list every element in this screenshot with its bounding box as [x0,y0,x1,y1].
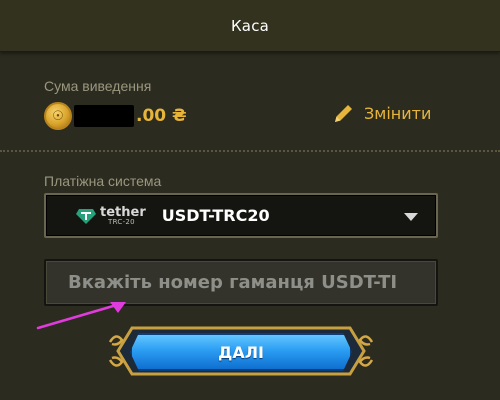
next-button-wrapper: ДАЛІ [108,320,374,382]
redacted-amount [74,105,134,127]
chevron-down-icon[interactable] [404,213,418,221]
tether-network: TRC-20 [108,217,135,226]
tether-logo: tether TRC-20 [76,206,146,226]
change-label: Змінити [364,103,432,123]
page-title: Каса [230,16,270,35]
tether-name: tether [100,204,146,220]
coin-icon: ☉ [44,102,72,130]
payment-system-label: Платіжна система [44,173,162,189]
next-button-label: ДАЛІ [218,342,264,362]
selected-payment-system: USDT-TRC20 [161,206,270,225]
change-amount-button[interactable]: Змінити [332,100,431,126]
amount-value: .00 ₴ [136,106,187,126]
payment-system-select[interactable]: tether TRC-20 USDT-TRC20 [44,193,438,238]
header-bar: Каса [0,0,500,52]
tether-logo-icon [76,208,96,224]
section-divider [0,150,500,152]
amount-label: Сума виведення [44,78,152,94]
next-button[interactable]: ДАЛІ [130,333,352,371]
pencil-icon [335,105,352,122]
